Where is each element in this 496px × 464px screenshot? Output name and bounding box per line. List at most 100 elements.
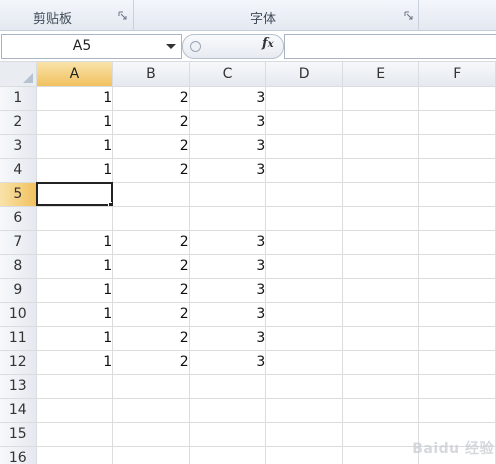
- cell-b1[interactable]: 2: [112, 86, 190, 111]
- row-header-10[interactable]: 10: [0, 302, 37, 327]
- cell-d15[interactable]: [265, 422, 343, 447]
- cell-a1[interactable]: 1: [36, 86, 114, 111]
- cell-f8[interactable]: [418, 254, 496, 279]
- cell-c7[interactable]: 3: [189, 230, 267, 255]
- fill-handle[interactable]: [108, 201, 112, 205]
- cell-f14[interactable]: [418, 398, 496, 423]
- cell-d16[interactable]: [265, 446, 343, 464]
- cell-c12[interactable]: 3: [189, 350, 267, 375]
- row-header-11[interactable]: 11: [0, 326, 37, 351]
- cell-a6[interactable]: [36, 206, 114, 231]
- cell-b5[interactable]: [112, 182, 190, 207]
- cell-a16[interactable]: [36, 446, 114, 464]
- cell-c16[interactable]: [189, 446, 267, 464]
- cell-f10[interactable]: [418, 302, 496, 327]
- cell-d1[interactable]: [265, 86, 343, 111]
- cell-b8[interactable]: 2: [112, 254, 190, 279]
- cell-a11[interactable]: 1: [36, 326, 114, 351]
- cell-e12[interactable]: [342, 350, 420, 375]
- cell-a7[interactable]: 1: [36, 230, 114, 255]
- row-header-1[interactable]: 1: [0, 86, 37, 111]
- cell-e15[interactable]: [342, 422, 420, 447]
- formula-input[interactable]: [284, 34, 496, 59]
- cell-f4[interactable]: [418, 158, 496, 183]
- cell-c13[interactable]: [189, 374, 267, 399]
- font-dialog-launcher-icon[interactable]: [404, 11, 413, 20]
- cell-c8[interactable]: 3: [189, 254, 267, 279]
- cell-f13[interactable]: [418, 374, 496, 399]
- cell-f6[interactable]: [418, 206, 496, 231]
- cell-b16[interactable]: [112, 446, 190, 464]
- cell-b15[interactable]: [112, 422, 190, 447]
- cell-c10[interactable]: 3: [189, 302, 267, 327]
- cell-a12[interactable]: 1: [36, 350, 114, 375]
- row-header-3[interactable]: 3: [0, 134, 37, 159]
- cell-c11[interactable]: 3: [189, 326, 267, 351]
- cell-a13[interactable]: [36, 374, 114, 399]
- cell-c14[interactable]: [189, 398, 267, 423]
- cell-a8[interactable]: 1: [36, 254, 114, 279]
- row-header-12[interactable]: 12: [0, 350, 37, 375]
- cell-c2[interactable]: 3: [189, 110, 267, 135]
- cell-d7[interactable]: [265, 230, 343, 255]
- cell-d6[interactable]: [265, 206, 343, 231]
- row-header-9[interactable]: 9: [0, 278, 37, 303]
- cell-e6[interactable]: [342, 206, 420, 231]
- row-header-6[interactable]: 6: [0, 206, 37, 231]
- cell-b7[interactable]: 2: [112, 230, 190, 255]
- cell-d3[interactable]: [265, 134, 343, 159]
- cell-b6[interactable]: [112, 206, 190, 231]
- cell-c6[interactable]: [189, 206, 267, 231]
- insert-function-icon[interactable]: fx: [262, 36, 274, 51]
- column-header-b[interactable]: B: [112, 62, 190, 87]
- cell-a5[interactable]: [36, 182, 114, 207]
- cell-e16[interactable]: [342, 446, 420, 464]
- cell-e8[interactable]: [342, 254, 420, 279]
- cell-d4[interactable]: [265, 158, 343, 183]
- cell-b9[interactable]: 2: [112, 278, 190, 303]
- cell-c9[interactable]: 3: [189, 278, 267, 303]
- cell-a3[interactable]: 1: [36, 134, 114, 159]
- row-header-2[interactable]: 2: [0, 110, 37, 135]
- cell-a2[interactable]: 1: [36, 110, 114, 135]
- cell-f9[interactable]: [418, 278, 496, 303]
- name-box-dropdown-icon[interactable]: [166, 44, 176, 49]
- cell-c15[interactable]: [189, 422, 267, 447]
- cell-d11[interactable]: [265, 326, 343, 351]
- cell-a9[interactable]: 1: [36, 278, 114, 303]
- column-header-c[interactable]: C: [189, 62, 267, 87]
- cell-b11[interactable]: 2: [112, 326, 190, 351]
- cell-f11[interactable]: [418, 326, 496, 351]
- cell-a15[interactable]: [36, 422, 114, 447]
- cell-e14[interactable]: [342, 398, 420, 423]
- cell-a10[interactable]: 1: [36, 302, 114, 327]
- cell-b14[interactable]: [112, 398, 190, 423]
- column-header-f[interactable]: F: [418, 62, 496, 87]
- cell-f12[interactable]: [418, 350, 496, 375]
- cell-f3[interactable]: [418, 134, 496, 159]
- cell-a4[interactable]: 1: [36, 158, 114, 183]
- cell-d14[interactable]: [265, 398, 343, 423]
- cell-e13[interactable]: [342, 374, 420, 399]
- cell-d9[interactable]: [265, 278, 343, 303]
- column-header-e[interactable]: E: [342, 62, 420, 87]
- cell-d10[interactable]: [265, 302, 343, 327]
- cell-e2[interactable]: [342, 110, 420, 135]
- row-header-4[interactable]: 4: [0, 158, 37, 183]
- cell-e11[interactable]: [342, 326, 420, 351]
- cell-b4[interactable]: 2: [112, 158, 190, 183]
- resize-grip-icon[interactable]: [190, 41, 201, 52]
- row-header-7[interactable]: 7: [0, 230, 37, 255]
- cell-d2[interactable]: [265, 110, 343, 135]
- cell-b3[interactable]: 2: [112, 134, 190, 159]
- row-header-16[interactable]: 16: [0, 446, 37, 464]
- column-header-d[interactable]: D: [265, 62, 343, 87]
- cell-b13[interactable]: [112, 374, 190, 399]
- cell-c4[interactable]: 3: [189, 158, 267, 183]
- cell-d13[interactable]: [265, 374, 343, 399]
- cell-e1[interactable]: [342, 86, 420, 111]
- select-all-corner[interactable]: [0, 62, 37, 87]
- cell-f2[interactable]: [418, 110, 496, 135]
- cell-b2[interactable]: 2: [112, 110, 190, 135]
- cell-e4[interactable]: [342, 158, 420, 183]
